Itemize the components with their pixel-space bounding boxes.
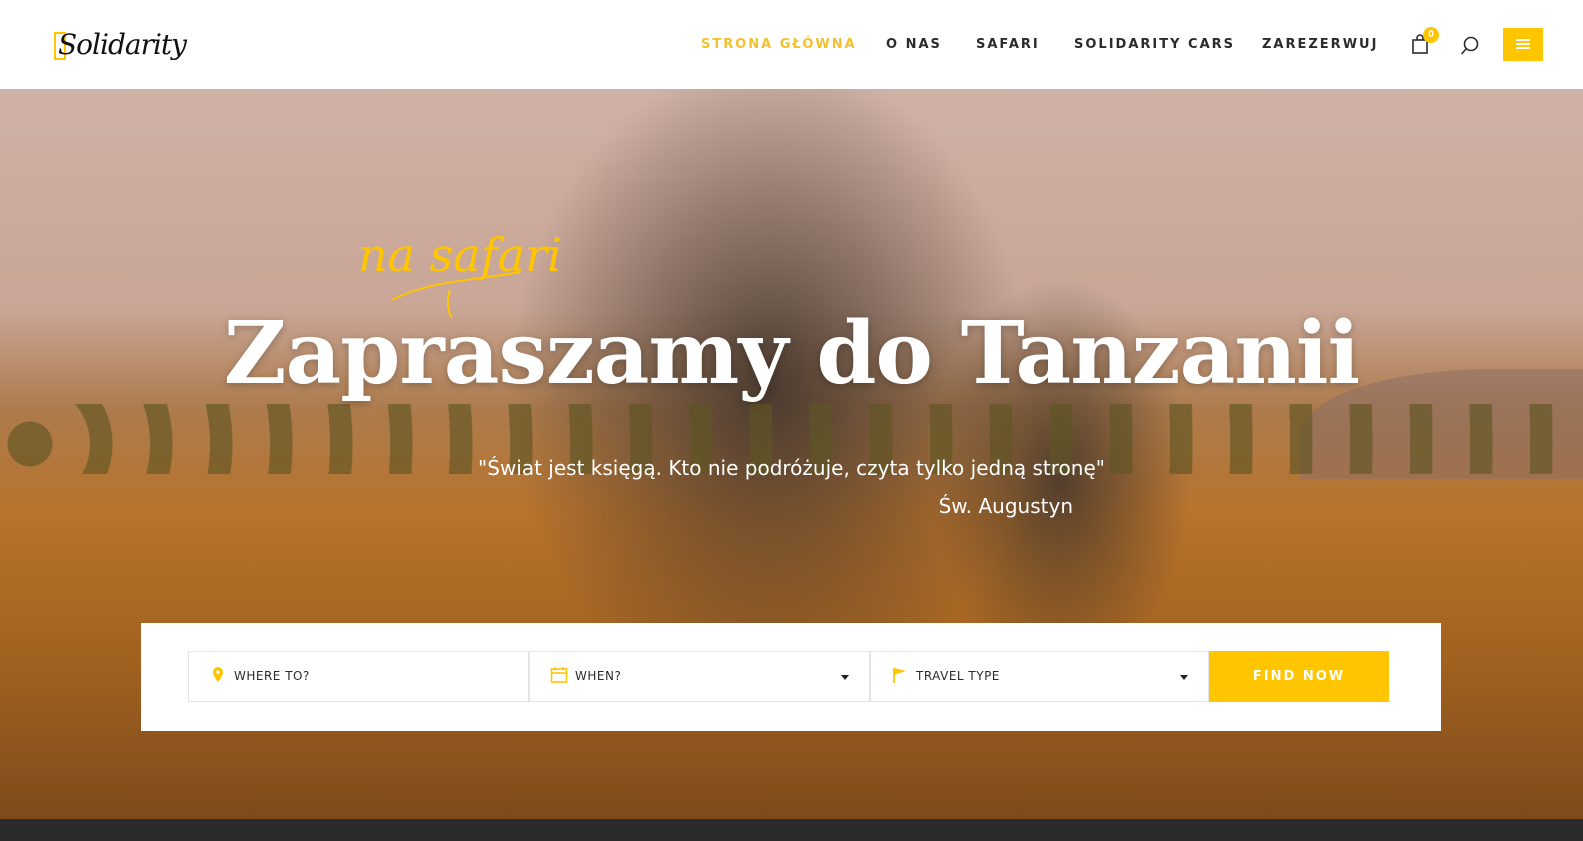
chevron-down-icon <box>841 675 849 680</box>
where-to-placeholder: WHERE TO? <box>234 669 310 683</box>
nav-item-about[interactable]: O NAS <box>886 37 942 52</box>
where-to-field[interactable]: WHERE TO? <box>188 651 529 702</box>
travel-type-select[interactable]: TRAVEL TYPE <box>870 651 1209 702</box>
when-placeholder: WHEN? <box>575 669 622 683</box>
footer-strip <box>0 819 1583 841</box>
site-header: Solidarity STRONA GŁÓWNA O NAS SAFARI SO… <box>0 0 1583 89</box>
search-panel: WHERE TO? WHEN? TRAVEL TYPE FIND NOW <box>141 623 1441 731</box>
when-select[interactable]: WHEN? <box>529 651 870 702</box>
hero-headline: Zapraszamy do Tanzanii <box>223 303 1360 404</box>
find-now-button[interactable]: FIND NOW <box>1209 651 1389 702</box>
chevron-down-icon <box>1180 675 1188 680</box>
cart-count-badge: 0 <box>1423 27 1439 43</box>
hero-quote: "Świat jest księgą. Kto nie podróżuje, c… <box>478 456 1105 480</box>
calendar-icon <box>550 667 568 683</box>
nav-item-home[interactable]: STRONA GŁÓWNA <box>701 37 857 52</box>
nav-item-solidarity-cars[interactable]: SOLIDARITY CARS <box>1074 37 1235 52</box>
flag-icon <box>893 668 906 683</box>
hamburger-menu-button[interactable] <box>1503 28 1543 61</box>
travel-type-placeholder: TRAVEL TYPE <box>916 669 1000 683</box>
main-nav: STRONA GŁÓWNA O NAS SAFARI SOLIDARITY CA… <box>0 0 1583 89</box>
nav-item-book[interactable]: ZAREZERWUJ <box>1262 37 1378 52</box>
search-icon[interactable] <box>1459 35 1481 57</box>
nav-item-safari[interactable]: SAFARI <box>976 37 1040 52</box>
hero-quote-author: Św. Augustyn <box>938 494 1073 518</box>
map-pin-icon <box>213 667 223 682</box>
hamburger-menu-icon <box>1516 39 1530 41</box>
